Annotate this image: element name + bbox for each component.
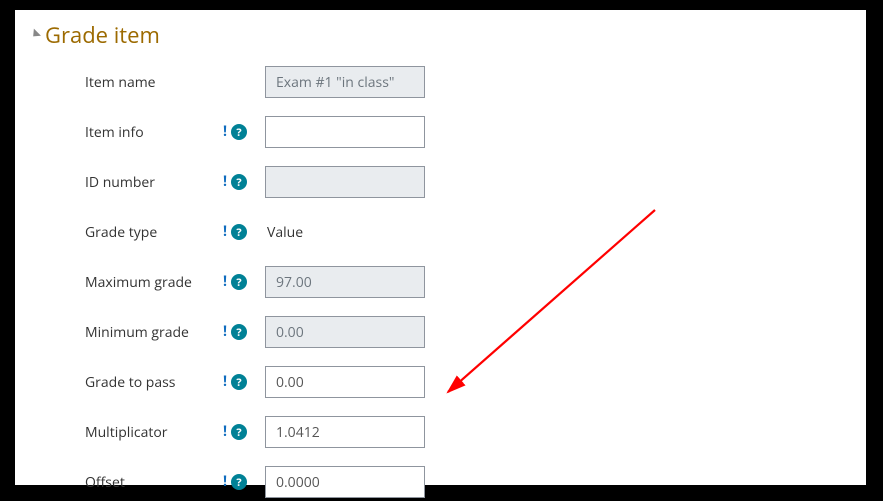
help-icon[interactable]: ? (231, 224, 247, 240)
offset-input[interactable] (265, 466, 425, 498)
help-icon[interactable]: ? (231, 124, 247, 140)
label-item-info: Item info (85, 123, 223, 142)
min-grade-input (265, 316, 425, 348)
label-multiplicator: Multiplicator (85, 423, 223, 442)
section-header[interactable]: Grade item (33, 20, 848, 50)
label-min-grade: Minimum grade (85, 323, 223, 342)
row-multiplicator: Multiplicator ! ? (33, 414, 848, 450)
help-icon[interactable]: ? (231, 474, 247, 490)
help-icon[interactable]: ? (231, 424, 247, 440)
row-grade-to-pass: Grade to pass ! ? (33, 364, 848, 400)
advanced-marker-icon: ! (223, 225, 227, 239)
row-id-number: ID number ! ? (33, 164, 848, 200)
collapse-caret-icon (30, 29, 41, 40)
help-icon[interactable]: ? (231, 324, 247, 340)
advanced-marker-icon: ! (223, 325, 227, 339)
grade-to-pass-input[interactable] (265, 366, 425, 398)
grade-item-panel: Grade item Item name Item info ! ? ID nu… (15, 10, 866, 485)
row-item-info: Item info ! ? (33, 114, 848, 150)
max-grade-input (265, 266, 425, 298)
label-grade-to-pass: Grade to pass (85, 373, 223, 392)
label-grade-type: Grade type (85, 223, 223, 242)
row-item-name: Item name (33, 64, 848, 100)
item-name-input (265, 66, 425, 98)
label-id-number: ID number (85, 173, 223, 192)
help-icon[interactable]: ? (231, 174, 247, 190)
advanced-marker-icon: ! (223, 375, 227, 389)
help-icon[interactable]: ? (231, 274, 247, 290)
advanced-marker-icon: ! (223, 175, 227, 189)
item-info-input[interactable] (265, 116, 425, 148)
grade-type-value: Value (265, 223, 303, 242)
advanced-marker-icon: ! (223, 425, 227, 439)
row-offset: Offset ! ? (33, 464, 848, 500)
label-offset: Offset (85, 473, 223, 492)
advanced-marker-icon: ! (223, 125, 227, 139)
multiplicator-input[interactable] (265, 416, 425, 448)
section-title: Grade item (45, 20, 160, 50)
label-item-name: Item name (85, 73, 265, 92)
help-icon[interactable]: ? (231, 374, 247, 390)
advanced-marker-icon: ! (223, 275, 227, 289)
advanced-marker-icon: ! (223, 475, 227, 489)
label-max-grade: Maximum grade (85, 273, 223, 292)
row-min-grade: Minimum grade ! ? (33, 314, 848, 350)
id-number-input (265, 166, 425, 198)
row-grade-type: Grade type ! ? Value (33, 214, 848, 250)
row-max-grade: Maximum grade ! ? (33, 264, 848, 300)
